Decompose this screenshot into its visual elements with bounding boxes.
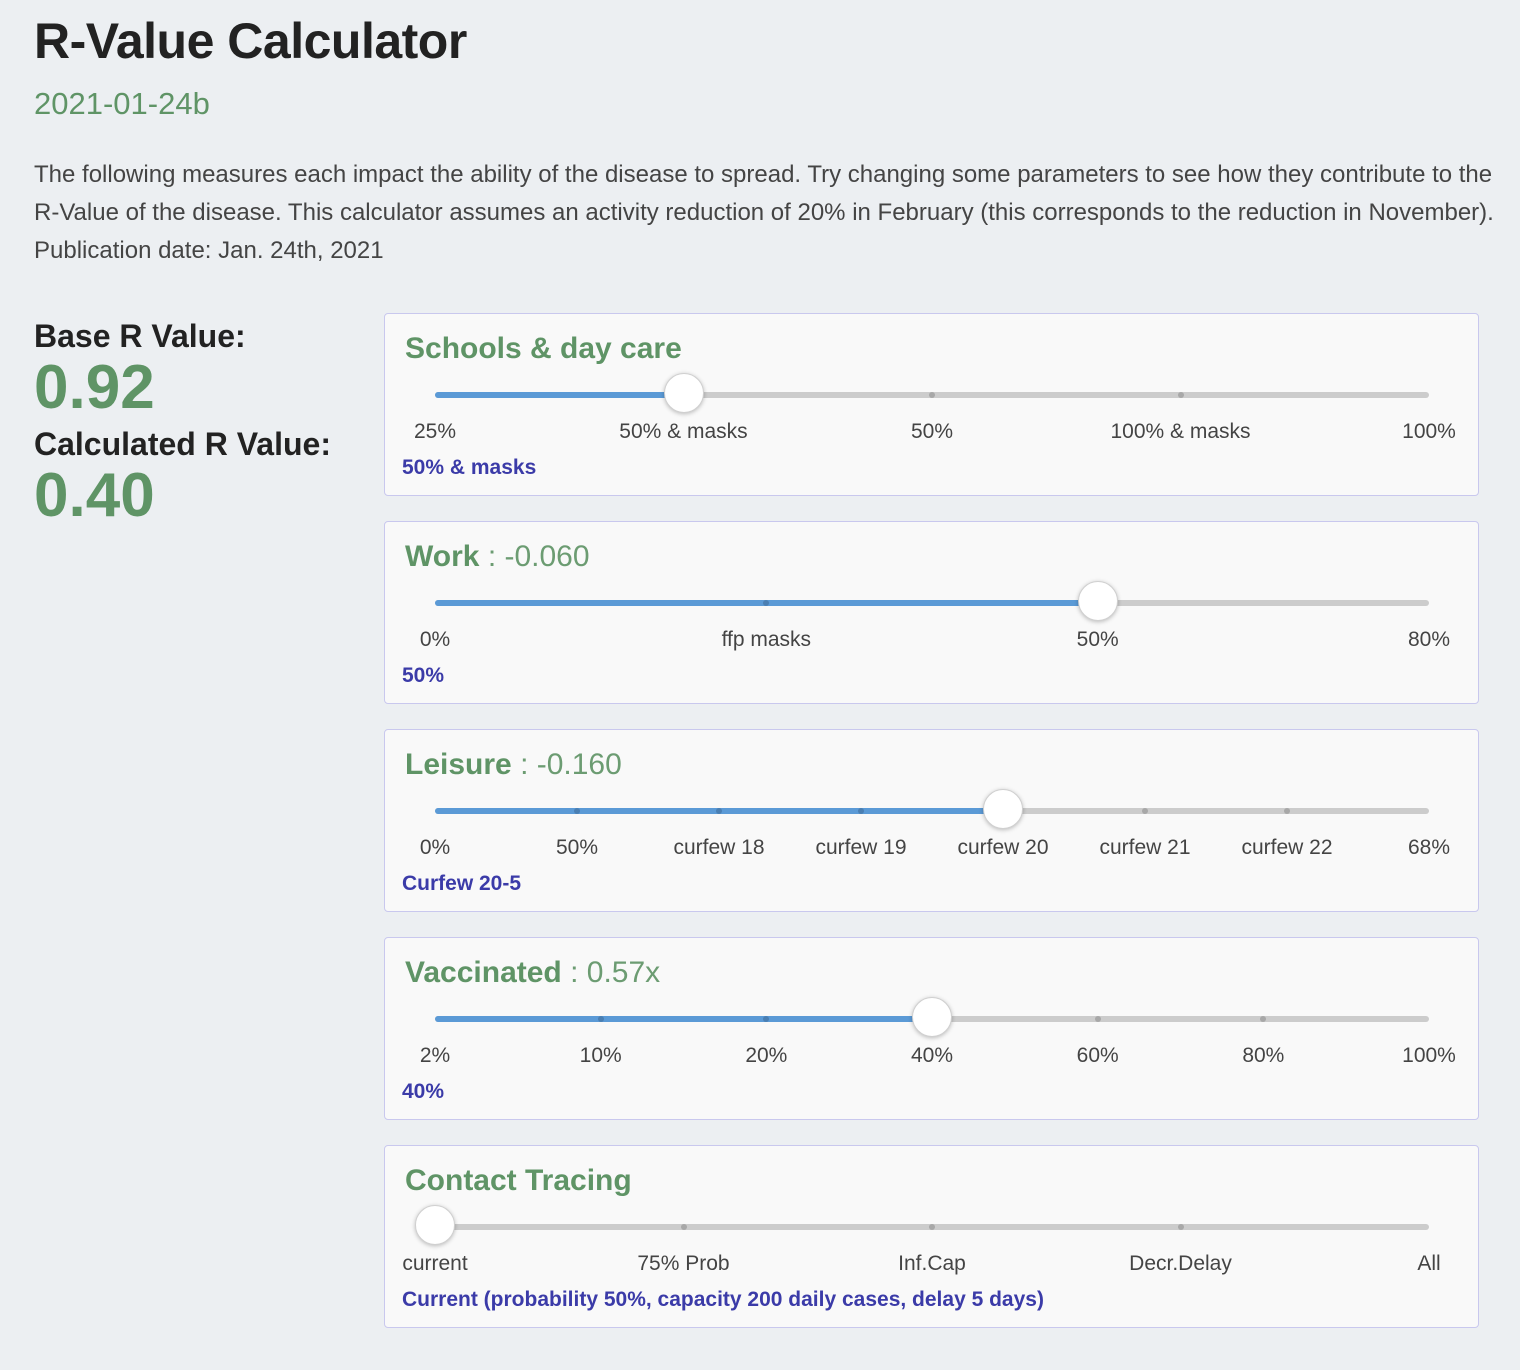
measure-name: Schools & day care bbox=[405, 332, 682, 365]
slider-tick-label[interactable]: curfew 21 bbox=[1099, 836, 1190, 860]
slider-handle[interactable] bbox=[663, 373, 704, 413]
calculated-r-label: Calculated R Value: bbox=[34, 426, 331, 463]
slider-tick-label[interactable]: Inf.Cap bbox=[898, 1252, 966, 1276]
slider-tick-label[interactable]: 80% bbox=[1408, 628, 1450, 652]
slider-step-mark bbox=[858, 808, 864, 814]
measure-slider[interactable]: 0% 50% curfew 18 curfew 19 curfew 20 curfew 2… bbox=[420, 789, 1450, 859]
measure-name: Vaccinated bbox=[405, 956, 562, 989]
slider-handle[interactable] bbox=[912, 997, 952, 1037]
slider-step-mark bbox=[1177, 392, 1184, 398]
measure-name: Work bbox=[405, 540, 480, 573]
measure-title: Work : -0.060 bbox=[405, 540, 590, 574]
measure-title: Leisure : -0.160 bbox=[405, 748, 622, 782]
measure-title: Contact Tracing bbox=[405, 1164, 632, 1198]
slider-tick-label[interactable]: 100% & masks bbox=[1110, 420, 1250, 444]
slider-step-mark bbox=[1094, 1016, 1101, 1022]
slider-handle[interactable] bbox=[415, 1205, 455, 1245]
measure-card-vaccinated: Vaccinated : 0.57x 2% 10% 20% 40% 60% 80% 100% 4… bbox=[384, 937, 1479, 1120]
slider-step-mark bbox=[929, 1224, 935, 1230]
measure-name: Leisure bbox=[405, 748, 512, 781]
slider-tick-label[interactable]: curfew 18 bbox=[673, 836, 764, 860]
slider-step-mark bbox=[1142, 808, 1148, 814]
slider-track bbox=[435, 1016, 932, 1022]
slider-handle[interactable] bbox=[1077, 581, 1118, 621]
measure-title: Vaccinated : 0.57x bbox=[405, 956, 660, 990]
slider-step-mark bbox=[574, 808, 580, 814]
slider-step-mark bbox=[597, 1016, 604, 1022]
slider-tick-label[interactable]: 0% bbox=[420, 836, 450, 860]
slider-tick-label[interactable]: 0% bbox=[420, 628, 450, 652]
measure-title: Schools & day care bbox=[405, 332, 682, 366]
slider-handle[interactable] bbox=[983, 789, 1023, 829]
measure-impact: : -0.060 bbox=[487, 540, 590, 573]
slider-tick-label[interactable]: 25% bbox=[414, 420, 456, 444]
slider-tick-label[interactable]: 2% bbox=[420, 1044, 450, 1068]
measure-card-contact-tracing: Contact Tracing current 75% Prob Inf.Cap Dec… bbox=[384, 1145, 1479, 1328]
measure-impact: : 0.57x bbox=[570, 956, 661, 989]
slider-tick-label[interactable]: 80% bbox=[1242, 1044, 1284, 1068]
selected-option-label: 40% bbox=[402, 1080, 445, 1103]
measure-slider[interactable]: 0% ffp masks 50% 80% bbox=[420, 581, 1450, 651]
slider-step-mark bbox=[929, 392, 935, 398]
slider-tick-label[interactable]: current bbox=[402, 1252, 467, 1276]
slider-tick-label[interactable]: Decr.Delay bbox=[1129, 1252, 1232, 1276]
slider-tick-label[interactable]: 100% bbox=[1402, 1044, 1456, 1068]
measure-impact: : -0.160 bbox=[520, 748, 622, 781]
measure-slider[interactable]: current 75% Prob Inf.Cap Decr.Delay All bbox=[402, 1205, 1441, 1275]
slider-tick-label[interactable]: 50% & masks bbox=[619, 420, 747, 444]
slider-track bbox=[435, 392, 684, 398]
measure-slider[interactable]: 25% 50% & masks 50% 100% & masks 100% bbox=[414, 373, 1456, 443]
r-summary: Base R Value: 0.92 Calculated R Value: 0… bbox=[34, 318, 364, 534]
selected-option-label: 50% & masks bbox=[402, 456, 537, 479]
intro-text: The following measures each impact the a… bbox=[34, 161, 1494, 264]
slider-tick-label[interactable]: 50% bbox=[556, 836, 598, 860]
slider-tick-label[interactable]: 75% Prob bbox=[637, 1252, 729, 1276]
slider-tick-label[interactable]: 20% bbox=[745, 1044, 787, 1068]
slider-tick-label[interactable]: 50% bbox=[911, 420, 953, 444]
base-r-label: Base R Value: bbox=[34, 318, 246, 354]
selected-option-label: Curfew 20-5 bbox=[402, 872, 522, 895]
slider-tick-label[interactable]: curfew 19 bbox=[815, 836, 906, 860]
slider-step-mark bbox=[680, 1224, 687, 1230]
measure-slider[interactable]: 2% 10% 20% 40% 60% 80% 100% bbox=[420, 997, 1456, 1067]
slider-step-mark bbox=[1284, 808, 1290, 814]
slider-tick-label[interactable]: 40% bbox=[911, 1044, 953, 1068]
slider-tick-label[interactable]: All bbox=[1417, 1252, 1440, 1276]
slider-tick-label[interactable]: 100% bbox=[1402, 420, 1456, 444]
page-title: R-Value Calculator bbox=[34, 13, 467, 69]
version-label: 2021-01-24b bbox=[34, 86, 210, 121]
slider-step-mark bbox=[716, 808, 722, 814]
slider-tick-label[interactable]: ffp masks bbox=[722, 628, 811, 652]
selected-option-label: 50% bbox=[402, 664, 445, 687]
slider-tick-label[interactable]: 50% bbox=[1077, 628, 1119, 652]
slider-tick-label[interactable]: 10% bbox=[580, 1044, 622, 1068]
slider-tick-label[interactable]: curfew 20 bbox=[957, 836, 1048, 860]
slider-tick-label[interactable]: curfew 22 bbox=[1241, 836, 1332, 860]
slider-tick-label[interactable]: 68% bbox=[1408, 836, 1450, 860]
slider-tick-label[interactable]: 60% bbox=[1077, 1044, 1119, 1068]
measures-panel: Schools & day care 25% 50% & masks 50% 100% … bbox=[384, 313, 1479, 1353]
measure-name: Contact Tracing bbox=[405, 1164, 632, 1197]
calculated-r-value: 0.40 bbox=[34, 461, 155, 531]
measure-card-schools-day-care: Schools & day care 25% 50% & masks 50% 100% … bbox=[384, 313, 1479, 496]
measure-card-leisure: Leisure : -0.160 0% 50% curfew 18 curfew 19 c… bbox=[384, 729, 1479, 912]
measure-card-work: Work : -0.060 0% ffp masks 50% 80% 50% bbox=[384, 521, 1479, 704]
selected-option-label: Current (probability 50%, capacity 200 d… bbox=[402, 1288, 1044, 1311]
slider-step-mark bbox=[1177, 1224, 1184, 1230]
base-r-value: 0.92 bbox=[34, 353, 155, 422]
